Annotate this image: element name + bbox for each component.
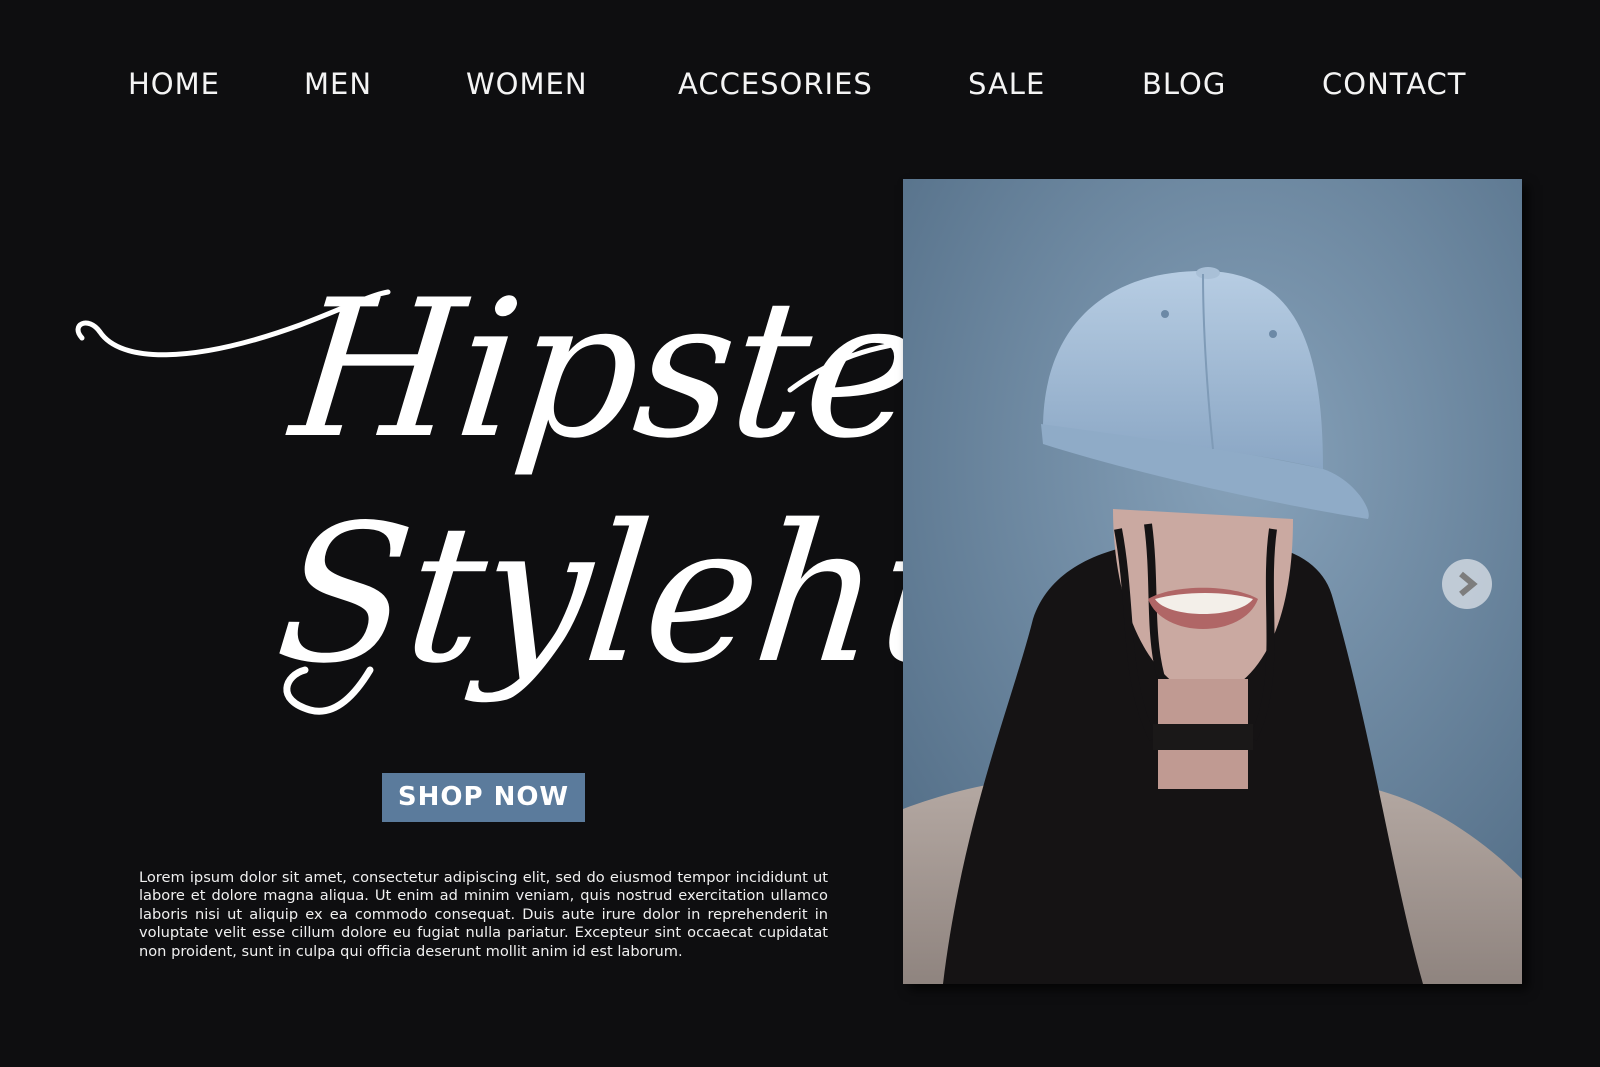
carousel-next-button[interactable] [1442, 559, 1492, 609]
main-nav: HOME MEN WOMEN ACCESORIES SALE BLOG CONT… [0, 62, 1600, 110]
nav-item-home[interactable]: HOME [128, 62, 220, 106]
nav-item-accesories[interactable]: ACCESORIES [678, 62, 873, 106]
chevron-right-icon [1459, 571, 1478, 597]
nav-item-men[interactable]: MEN [304, 62, 372, 106]
nav-item-sale[interactable]: SALE [968, 62, 1045, 106]
landing-page: HOME MEN WOMEN ACCESORIES SALE BLOG CONT… [0, 0, 1600, 1067]
hero-photo [903, 179, 1522, 984]
nav-item-blog[interactable]: BLOG [1142, 62, 1226, 106]
hero-title: Hipster Stylehub [70, 259, 1129, 750]
shop-now-button[interactable]: SHOP NOW [382, 773, 585, 822]
nav-item-women[interactable]: WOMEN [466, 62, 588, 106]
hero-description: Lorem ipsum dolor sit amet, consectetur … [139, 868, 828, 960]
hero-photo-illustration [903, 179, 1522, 984]
nav-item-contact[interactable]: CONTACT [1322, 62, 1467, 106]
